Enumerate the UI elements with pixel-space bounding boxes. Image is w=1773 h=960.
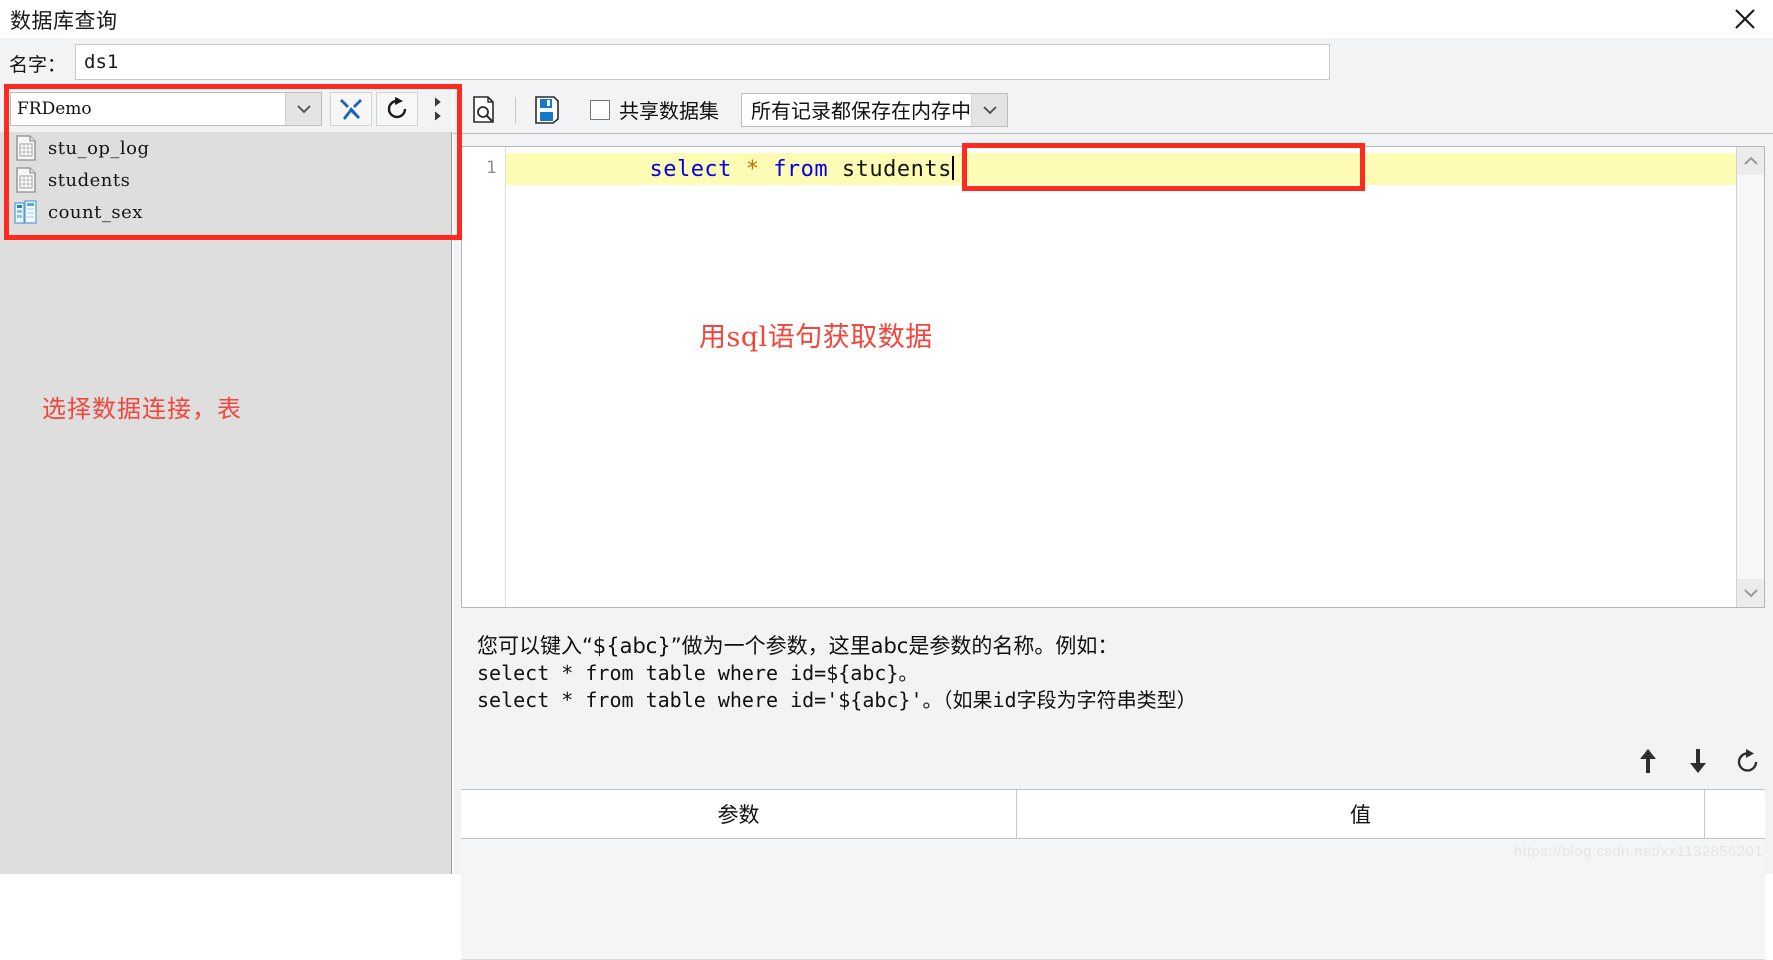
sql-text: select * from students (512, 131, 954, 207)
name-label: 名字： (9, 54, 67, 76)
arrow-down-icon[interactable] (1685, 746, 1711, 776)
parameter-toolbar (1635, 746, 1761, 776)
watermark: https://blog.csdn.net/xx1132856201 (1513, 843, 1763, 860)
sql-token-star: * (745, 157, 760, 182)
name-row: 名字： (0, 38, 1773, 86)
close-icon[interactable] (1725, 2, 1765, 36)
column-header-parameter[interactable]: 参数 (461, 790, 1017, 838)
sql-code-area[interactable]: select * from students 用sql语句获取数据 (506, 147, 1736, 607)
tree-item-label: count_sex (48, 201, 143, 223)
dataset-name-input[interactable] (75, 44, 1330, 80)
page-title: 数据库查询 (10, 9, 118, 33)
tree-item-students[interactable]: students (0, 164, 445, 196)
checkbox-box[interactable] (590, 99, 610, 120)
chevron-down-icon[interactable] (285, 93, 321, 125)
preview-document-icon[interactable] (463, 91, 505, 129)
tree-item-count-sex[interactable]: count_sex (0, 196, 445, 228)
help-line-2: select * from table where id=${abc}。 (477, 661, 919, 685)
column-header-value[interactable]: 值 (1017, 790, 1705, 838)
sql-token-select: select (649, 157, 732, 182)
parameter-table-header: 参数 值 (461, 789, 1765, 839)
tree-item-stu-op-log[interactable]: stu_op_log (0, 132, 445, 164)
sql-annotation: 用sql语句获取数据 (699, 322, 933, 353)
connection-select[interactable]: FRDemo (10, 92, 322, 126)
storage-mode-value: 所有记录都保存在内存中 (751, 99, 971, 123)
sql-editor[interactable]: 1 select * from students 用sql语句获取数据 (461, 146, 1765, 608)
sql-toolbar: 共享数据集 所有记录都保存在内存中 (453, 86, 1773, 134)
connection-toolbar: FRDemo (0, 86, 452, 132)
chevron-down-icon[interactable] (971, 93, 1007, 126)
refresh-icon[interactable] (1735, 746, 1761, 776)
parameter-help-text: 您可以键入“${abc}”做为一个参数，这里abc是参数的名称。例如： sele… (461, 626, 1765, 736)
help-line-1: 您可以键入“${abc}”做为一个参数，这里abc是参数的名称。例如： (477, 634, 1119, 658)
sql-current-line[interactable]: select * from students (506, 153, 1736, 185)
text-caret (951, 156, 954, 180)
refresh-connection-button[interactable] (376, 92, 418, 126)
left-panel: FRDemo stu_op_log students count_sex 选择数… (0, 86, 452, 874)
sql-token-from: from (773, 157, 829, 182)
table-tree[interactable]: stu_op_log students count_sex (0, 132, 445, 874)
chevron-up-icon[interactable] (1737, 147, 1764, 175)
left-panel-annotation: 选择数据连接，表 (42, 395, 242, 423)
storage-mode-select[interactable]: 所有记录都保存在内存中 (741, 92, 1008, 127)
arrow-up-icon[interactable] (1635, 746, 1661, 776)
help-line-3: select * from table where id='${abc}'。（如… (477, 688, 1197, 712)
tree-item-label: stu_op_log (48, 137, 150, 159)
table-icon (14, 135, 38, 161)
toolbar-overflow-button[interactable] (428, 92, 448, 126)
chevron-down-icon[interactable] (1737, 579, 1764, 607)
share-dataset-checkbox[interactable]: 共享数据集 (590, 95, 719, 124)
line-number-gutter: 1 (462, 147, 506, 607)
line-number: 1 (486, 158, 497, 178)
edit-connection-button[interactable] (330, 92, 372, 126)
share-dataset-label: 共享数据集 (619, 99, 719, 123)
table-icon (14, 167, 38, 193)
right-panel: 共享数据集 所有记录都保存在内存中 1 select * from studen… (453, 86, 1773, 960)
toolbar-separator (515, 96, 516, 123)
editor-vertical-scrollbar[interactable] (1736, 147, 1764, 607)
connection-select-value: FRDemo (17, 99, 92, 119)
tree-item-label: students (48, 169, 131, 191)
view-icon (14, 199, 38, 225)
save-icon[interactable] (526, 91, 568, 129)
dialog-titlebar: 数据库查询 (0, 0, 1773, 38)
column-header-extra[interactable] (1705, 790, 1765, 838)
sql-token-table: students (841, 157, 952, 182)
